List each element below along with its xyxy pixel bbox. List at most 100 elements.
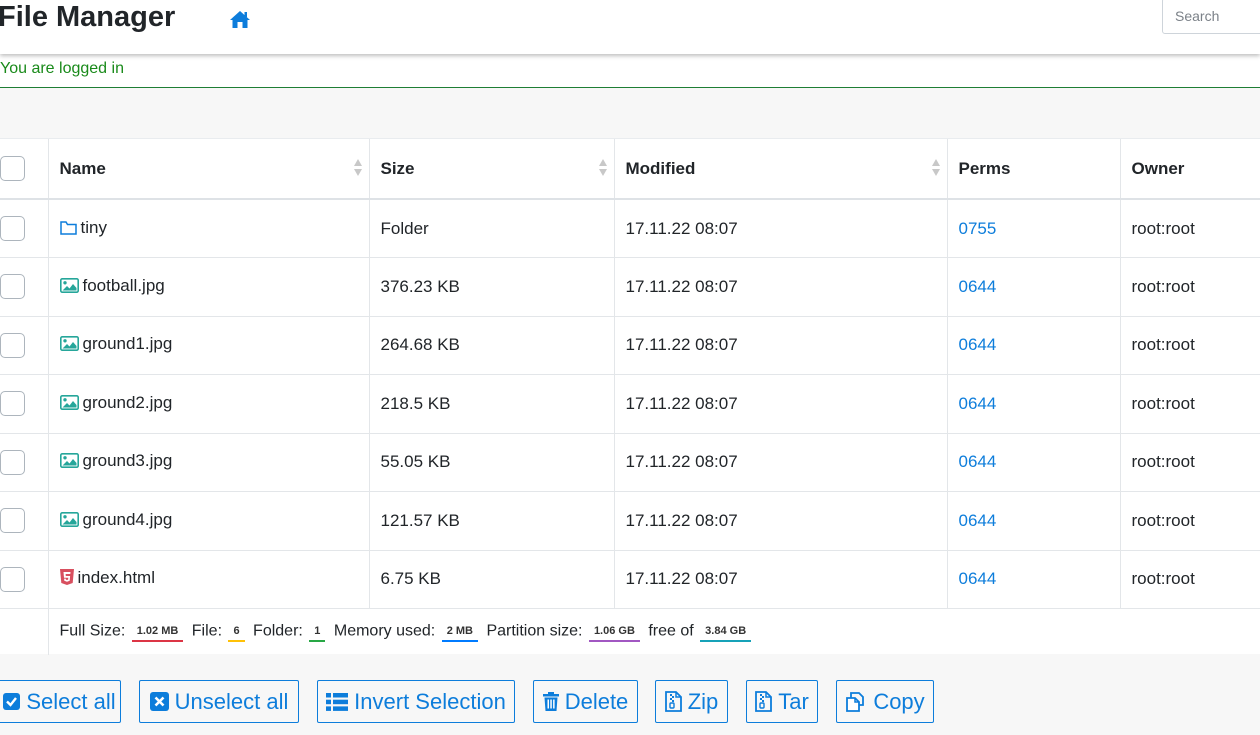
file-modified: 17.11.22 08:07 — [625, 218, 738, 238]
copy-button[interactable]: Copy — [836, 680, 934, 723]
search-input[interactable] — [1162, 0, 1260, 34]
file-size: 264.68 KB — [380, 335, 460, 355]
file-owner-cell: root:root — [1120, 257, 1260, 317]
column-header-name[interactable]: Name — [48, 139, 370, 200]
file-modified: 17.11.22 08:07 — [625, 393, 738, 413]
select-all-header — [0, 139, 49, 200]
tar-button[interactable]: Tar — [746, 680, 818, 723]
table-row: ground1.jpg 264.68 KB 17.11.22 08:07 0644 ro… — [0, 316, 1260, 375]
folder-icon — [59, 220, 77, 240]
image-icon — [59, 336, 79, 356]
file-name-cell[interactable]: ground4.jpg — [48, 491, 370, 551]
invert-selection-button[interactable]: Invert Selection — [317, 680, 515, 723]
partition-size-label: Partition size: — [486, 622, 583, 640]
file-modified-cell: 17.11.22 08:07 — [614, 374, 948, 434]
row-select-cell — [0, 550, 49, 609]
file-size: 6.75 KB — [380, 569, 442, 589]
file-owner-cell: root:root — [1120, 491, 1260, 551]
delete-label: Delete — [564, 688, 629, 714]
select-all-button[interactable]: Select all — [0, 680, 121, 723]
row-checkbox[interactable] — [0, 449, 25, 475]
file-archive-icon — [664, 691, 682, 712]
row-checkbox[interactable] — [0, 216, 25, 241]
column-label: Name — [59, 158, 106, 178]
file-owner: root:root — [1131, 276, 1195, 296]
zip-button[interactable]: Zip — [655, 680, 728, 723]
summary-row: Full Size: 1.02 MB File: 6 Folder: 1 Mem… — [0, 608, 1260, 655]
sort-icon — [931, 159, 940, 179]
file-owner: root:root — [1131, 393, 1195, 413]
file-size-cell: 218.5 KB — [369, 374, 615, 434]
app-title: File Manager — [0, 1, 176, 33]
file-name-cell[interactable]: tiny — [48, 199, 370, 258]
file-owner-cell: root:root — [1120, 433, 1260, 492]
tar-label: Tar — [778, 688, 809, 714]
file-size-cell: 376.23 KB — [369, 257, 615, 317]
file-owner-cell: root:root — [1120, 316, 1260, 375]
select-all-label: Select all — [26, 688, 116, 714]
column-label: Size — [380, 158, 415, 178]
file-name[interactable]: ground2.jpg — [83, 393, 173, 412]
row-select-cell — [0, 491, 49, 551]
column-header-modified[interactable]: Modified — [614, 139, 948, 200]
permissions-link[interactable]: 0644 — [959, 452, 997, 471]
file-modified-cell: 17.11.22 08:07 — [614, 433, 948, 492]
unselect-all-button[interactable]: Unselect all — [139, 680, 299, 723]
file-name-cell[interactable]: index.html — [48, 550, 370, 609]
delete-button[interactable]: Delete — [533, 680, 638, 723]
row-select-cell — [0, 433, 49, 492]
file-name[interactable]: football.jpg — [83, 276, 165, 295]
file-owner: root:root — [1131, 452, 1195, 472]
row-checkbox[interactable] — [0, 332, 25, 358]
unselect-all-label: Unselect all — [174, 688, 289, 714]
file-owner-cell: root:root — [1120, 374, 1260, 434]
list-icon — [326, 692, 349, 711]
table-row: ground3.jpg 55.05 KB 17.11.22 08:07 0644 roo… — [0, 433, 1260, 492]
permissions-link[interactable]: 0644 — [959, 277, 997, 296]
table-row: tiny Folder 17.11.22 08:07 0755 root:root — [0, 199, 1260, 258]
full-size-label: Full Size: — [59, 622, 126, 640]
file-name-cell[interactable]: ground3.jpg — [48, 433, 370, 492]
permissions-link[interactable]: 0644 — [959, 335, 997, 354]
free-of-label: free of — [648, 622, 694, 640]
file-name[interactable]: ground3.jpg — [83, 451, 173, 470]
file-name-cell[interactable]: ground1.jpg — [48, 316, 370, 375]
file-table-container: Name Size Modified Perms Owner tiny Folde… — [0, 138, 1260, 655]
file-name-cell[interactable]: ground2.jpg — [48, 374, 370, 434]
copy-label: Copy — [873, 688, 925, 714]
file-perms-cell: 0644 — [947, 374, 1121, 434]
file-size: 121.57 KB — [380, 510, 460, 530]
file-count-badge: 6 — [228, 621, 245, 643]
file-name[interactable]: ground1.jpg — [83, 334, 173, 353]
file-count-label: File: — [191, 622, 223, 640]
navbar: File Manager — [0, 0, 1260, 54]
permissions-link[interactable]: 0644 — [959, 394, 997, 413]
file-modified: 17.11.22 08:07 — [625, 276, 738, 296]
total-size-badge: 3.84 GB — [700, 621, 752, 643]
home-icon[interactable] — [229, 9, 251, 29]
file-size: 55.05 KB — [380, 452, 451, 472]
row-select-cell — [0, 199, 49, 258]
row-checkbox[interactable] — [0, 391, 25, 417]
row-checkbox[interactable] — [0, 508, 25, 534]
file-name[interactable]: ground4.jpg — [83, 510, 173, 529]
file-owner-cell: root:root — [1120, 550, 1260, 609]
row-checkbox[interactable] — [0, 566, 25, 592]
file-perms-cell: 0644 — [947, 257, 1121, 317]
file-modified: 17.11.22 08:07 — [625, 510, 738, 530]
permissions-link[interactable]: 0644 — [959, 511, 997, 530]
file-size-cell: Folder — [369, 199, 615, 258]
file-name-cell[interactable]: football.jpg — [48, 257, 370, 317]
header-checkbox[interactable] — [0, 156, 25, 181]
file-size-cell: 55.05 KB — [369, 433, 615, 492]
row-select-cell — [0, 257, 49, 317]
row-checkbox[interactable] — [0, 274, 25, 300]
file-name[interactable]: index.html — [78, 568, 155, 587]
file-modified-cell: 17.11.22 08:07 — [614, 491, 948, 551]
image-icon — [59, 453, 79, 473]
permissions-link[interactable]: 0644 — [959, 569, 997, 588]
copy-icon — [846, 691, 865, 712]
file-name[interactable]: tiny — [81, 218, 107, 237]
column-header-size[interactable]: Size — [369, 139, 615, 200]
permissions-link[interactable]: 0755 — [959, 219, 997, 238]
